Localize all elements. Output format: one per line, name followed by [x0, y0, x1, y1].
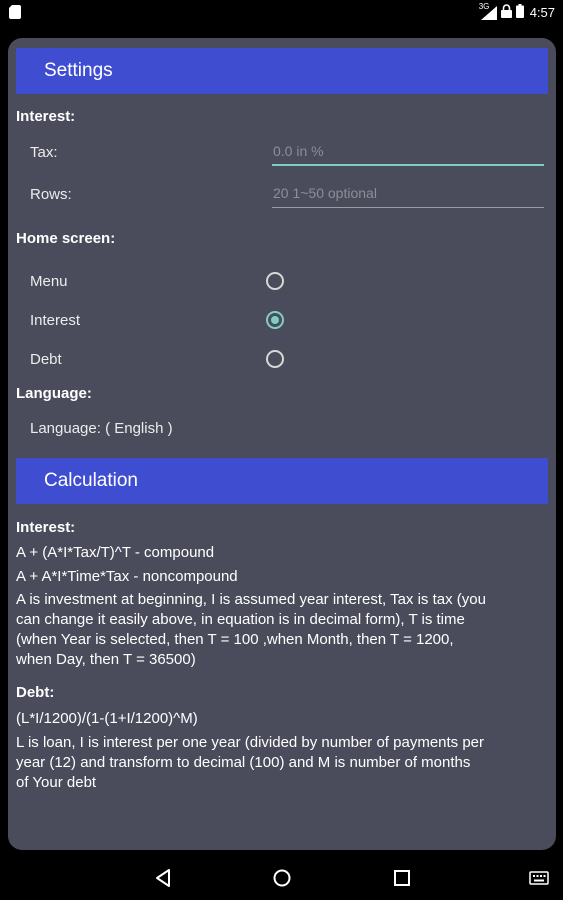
signal-icon: 3G — [479, 2, 497, 20]
tax-input-value: 0.0 in % — [273, 143, 324, 159]
tax-label: Tax: — [30, 144, 58, 161]
status-icons: 3G 4:57 — [479, 2, 555, 21]
settings-dialog: Settings Interest: Tax: 0.0 in % Rows: 2… — [8, 38, 556, 850]
rows-input[interactable]: 20 1~50 optional — [272, 182, 544, 208]
status-bar: 3G 4:57 — [0, 0, 563, 24]
home-option-menu-radio[interactable] — [266, 272, 284, 290]
recents-icon[interactable] — [393, 868, 411, 893]
home-icon[interactable] — [272, 868, 292, 893]
keyboard-icon[interactable] — [529, 871, 549, 890]
navigation-bar — [0, 856, 563, 900]
debt-formula: (L*I/1200)/(1-(1+I/1200)^M) — [16, 710, 198, 727]
sim-card-icon — [9, 5, 21, 24]
settings-header: Settings — [16, 48, 548, 94]
battery-icon — [515, 4, 524, 21]
calc-interest-label: Interest: — [16, 519, 76, 536]
tax-input[interactable]: 0.0 in % — [272, 140, 544, 166]
formula-noncompound: A + A*I*Time*Tax - noncompound — [16, 568, 238, 585]
home-screen-label: Home screen: — [16, 230, 116, 247]
home-option-interest-label[interactable]: Interest — [30, 312, 80, 329]
interest-section-label: Interest: — [16, 108, 76, 125]
calculation-header: Calculation — [16, 458, 548, 504]
rows-label: Rows: — [30, 186, 72, 203]
debt-description: L is loan, I is interest per one year (d… — [16, 734, 485, 791]
lock-icon — [500, 4, 512, 21]
language-label: Language: — [16, 385, 92, 402]
rows-input-value: 20 1~50 optional — [273, 185, 377, 201]
home-option-debt-label[interactable]: Debt — [30, 351, 62, 368]
language-selector[interactable]: Language: ( English ) — [30, 420, 173, 437]
home-option-menu-label[interactable]: Menu — [30, 273, 68, 290]
calc-debt-label: Debt: — [16, 684, 55, 701]
status-time: 4:57 — [529, 5, 555, 20]
back-icon[interactable] — [154, 868, 172, 893]
interest-description: A is investment at beginning, I is assum… — [16, 591, 486, 668]
formula-compound: A + (A*I*Tax/T)^T - compound — [16, 544, 215, 561]
home-option-interest-radio[interactable] — [266, 311, 284, 329]
home-option-debt-radio[interactable] — [266, 350, 284, 368]
